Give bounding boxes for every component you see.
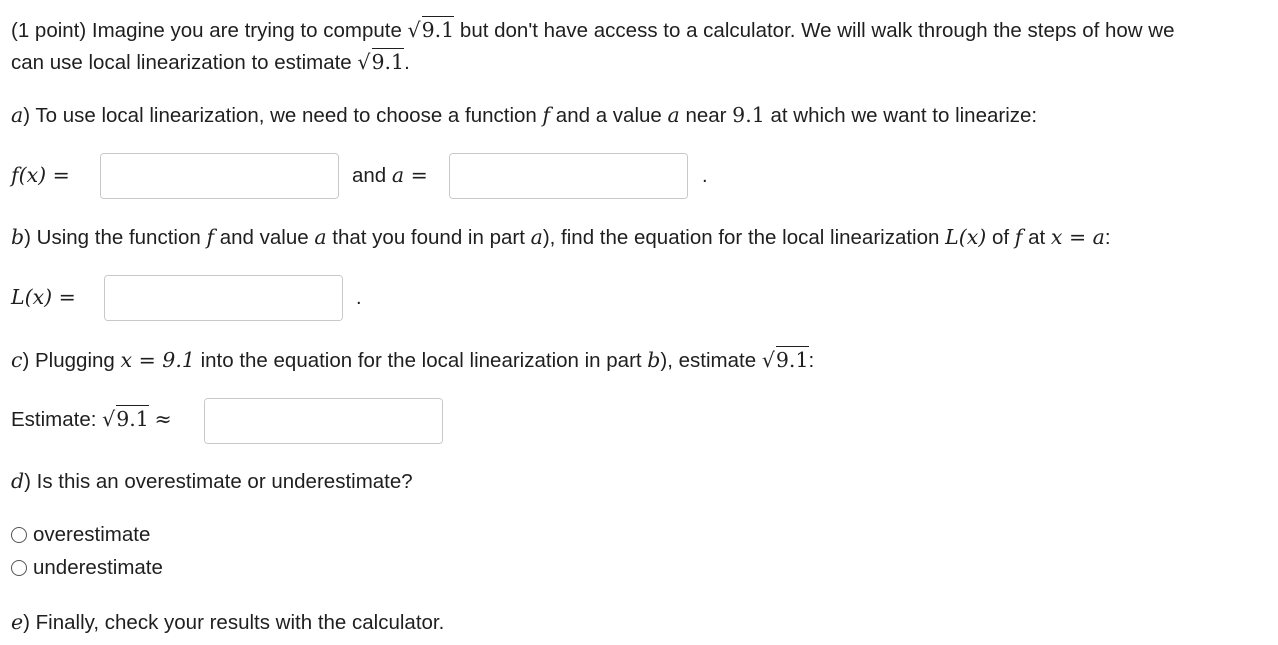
part-b-prompt: b) Using the function f and value a that… (11, 225, 1111, 249)
sqrt-expression: √9.1 (357, 48, 405, 74)
sqrt-expression: √9.1 (407, 16, 455, 42)
intro-line-1: (1 point) Imagine you are trying to comp… (11, 16, 1175, 42)
f-answer-box (100, 153, 339, 199)
a-answer-box (449, 153, 688, 199)
estimate-label: Estimate: √9.1 ≈ (11, 405, 172, 431)
overestimate-radio[interactable] (11, 527, 27, 543)
part-a-prompt: a) To use local linearization, we need t… (11, 103, 1038, 127)
part-e-prompt: e) Finally, check your results with the … (11, 610, 445, 634)
sqrt-expression: √9.1 (102, 405, 149, 431)
underestimate-radio[interactable] (11, 560, 27, 576)
option-overestimate[interactable]: overestimate (11, 523, 150, 547)
estimate-answer-input[interactable] (205, 399, 442, 443)
period-mark: . (702, 165, 708, 187)
a-value-label: and a = (352, 163, 428, 187)
f-of-x-label: f(x) = (11, 163, 70, 187)
estimate-answer-box (204, 398, 443, 444)
underestimate-label: underestimate (33, 556, 163, 579)
a-answer-input[interactable] (450, 154, 687, 198)
option-underestimate[interactable]: underestimate (11, 556, 163, 580)
f-answer-input[interactable] (101, 154, 338, 198)
sqrt-expression: √9.1 (761, 346, 809, 372)
L-of-x-label: L(x) = (11, 285, 76, 309)
L-answer-box (104, 275, 343, 321)
L-answer-input[interactable] (105, 276, 342, 320)
overestimate-label: overestimate (33, 523, 151, 546)
period-mark: . (356, 287, 362, 309)
part-c-prompt: c) Plugging x = 9.1 into the equation fo… (11, 346, 815, 372)
part-d-prompt: d) Is this an overestimate or underestim… (11, 469, 413, 493)
intro-line-2: can use local linearization to estimate … (11, 48, 410, 74)
